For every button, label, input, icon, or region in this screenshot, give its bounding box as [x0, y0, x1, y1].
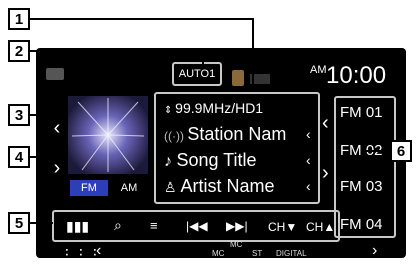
- broadcast-icon: ((·)): [164, 129, 188, 143]
- artist-row: ♙ Artist Name: [164, 176, 274, 197]
- frequency-row: ⇕ 99.9MHz/HD1: [164, 100, 263, 116]
- chevron-left-icon: ‹: [53, 117, 61, 139]
- frequency-text: 99.9MHz/HD1: [175, 100, 264, 116]
- station-row: ((·)) Station Nam: [164, 124, 286, 145]
- seek-back-icon[interactable]: |◀◀: [186, 219, 208, 233]
- song-text: Song Title: [176, 150, 257, 170]
- callout-5-leader: [29, 222, 53, 224]
- source-badge-label: AUTO1: [178, 68, 216, 80]
- clock: 10:00: [326, 62, 387, 89]
- band-am-button[interactable]: AM: [110, 180, 148, 196]
- callout-3-leader: [29, 114, 49, 116]
- song-row: ♪ Song Title: [164, 150, 257, 171]
- am-indicator: AM: [310, 64, 327, 76]
- source-badge[interactable]: AUTO1: [172, 62, 222, 86]
- band-fm-button[interactable]: FM: [70, 180, 108, 196]
- person-icon: ♙: [164, 179, 181, 195]
- ch-down-button[interactable]: CH▼: [268, 220, 297, 234]
- callout-1-leader-down: [252, 18, 254, 92]
- status-mc: MC: [212, 249, 225, 258]
- status-mc-top: MC: [230, 240, 243, 249]
- equalizer-icon[interactable]: ▮▮▮: [66, 218, 89, 235]
- callout-4: 4: [8, 146, 30, 168]
- callout-2-leader-down: [202, 50, 204, 66]
- status-st: ST: [252, 249, 263, 258]
- prev-arrow-button[interactable]: ‹: [46, 108, 68, 148]
- next-arrow-button[interactable]: ›: [46, 148, 68, 188]
- preset-next-button[interactable]: ›: [322, 162, 329, 185]
- callout-2-leader: [29, 50, 203, 52]
- list-icon[interactable]: ≡: [150, 218, 158, 233]
- callout-1: 1: [8, 8, 30, 30]
- chevron-left-icon[interactable]: ‹: [306, 152, 311, 168]
- artist-text: Artist Name: [180, 176, 275, 196]
- tune-icon: ⇕: [164, 105, 176, 116]
- radio-screen: AUTO1 AM 10:00 ‹ › FM AM ⇕ 99.9MHz/HD1 (…: [36, 48, 406, 258]
- album-art: [68, 96, 148, 174]
- station-text: Station Nam: [187, 124, 287, 144]
- callout-4-leader: [29, 156, 49, 158]
- music-note-icon: ♪: [164, 153, 177, 170]
- tuner-icon: [232, 70, 244, 86]
- callout-6: 6: [390, 140, 412, 162]
- preset-panel: ‹ › FM 01 FM 02 FM 03 FM 04: [322, 90, 396, 238]
- preset-prev-button[interactable]: ‹: [322, 112, 329, 135]
- control-bar: ▮▮▮ ⌕ ≡ |◀◀ ▶▶| CH▼ CH▲: [52, 210, 340, 242]
- album-art-image: [71, 98, 145, 172]
- radio-icon: [46, 68, 64, 80]
- preset-highlight: [334, 96, 396, 238]
- callout-3: 3: [8, 104, 30, 126]
- callout-6-leader: [364, 150, 391, 152]
- callout-1-leader: [29, 18, 253, 20]
- search-icon[interactable]: ⌕: [114, 217, 122, 234]
- bottom-prev-button[interactable]: ‹: [96, 242, 101, 258]
- info-panel: ⇕ 99.9MHz/HD1 ((·)) Station Nam ♪ Song T…: [154, 92, 320, 204]
- chevron-left-icon[interactable]: ‹: [306, 126, 311, 142]
- status-digital: DIGITAL: [276, 249, 307, 258]
- band-fm-label: FM: [81, 182, 97, 194]
- chevron-left-icon[interactable]: ‹: [306, 178, 311, 194]
- ch-up-button[interactable]: CH▲: [306, 220, 335, 234]
- chevron-right-icon: ›: [53, 157, 61, 179]
- seek-forward-icon[interactable]: ▶▶|: [226, 219, 248, 233]
- callout-5: 5: [8, 212, 30, 234]
- band-am-label: AM: [120, 182, 138, 194]
- bottom-next-button[interactable]: ›: [372, 242, 377, 258]
- callout-2: 2: [8, 40, 30, 62]
